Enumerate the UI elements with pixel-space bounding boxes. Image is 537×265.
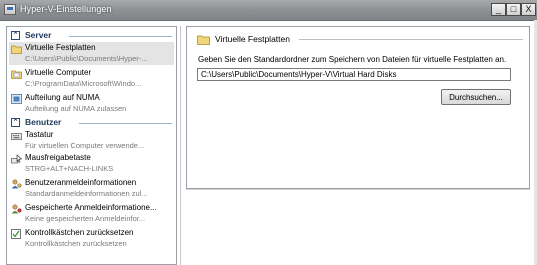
close-button[interactable]: X xyxy=(521,3,536,16)
nav-item-title: Benutzeranmeldeinformationen xyxy=(25,178,137,187)
folder-icon xyxy=(197,35,210,45)
nav-item-subtitle: C:\ProgramData\Microsoft\Windo... xyxy=(25,79,142,88)
maximize-button[interactable]: □ xyxy=(506,3,521,16)
nav-item-kontrollkaestchen-zuruecksetzen[interactable]: Kontrollkästchen zurücksetzen Kontrollkä… xyxy=(9,227,174,250)
nav-item-virtuelle-computer[interactable]: Virtuelle Computer C:\ProgramData\Micros… xyxy=(9,67,174,90)
nav-item-benutzeranmeldeinformationen[interactable]: Benutzeranmeldeinformationen Standardanm… xyxy=(9,177,174,200)
collapse-icon[interactable]: ⌃ xyxy=(11,31,20,40)
nav-item-mausfreigabetaste[interactable]: Mausfreigabetaste STRG+ALT+NACH-LINKS xyxy=(9,152,174,175)
nav-item-title: Virtuelle Festplatten xyxy=(25,43,96,52)
settings-navigation: ⌃ Server Virtuelle Festplatten C:\Users\… xyxy=(6,26,177,265)
keyboard-icon xyxy=(11,133,22,140)
detail-description: Geben Sie den Standardordner zum Speiche… xyxy=(198,55,507,64)
reset-checkbox-icon xyxy=(11,229,21,239)
folder-icon xyxy=(11,45,22,54)
nav-item-subtitle: C:\Users\Public\Documents\Hyper-... xyxy=(25,54,148,63)
browse-button[interactable]: Durchsuchen... xyxy=(441,89,511,105)
title-bar: Hyper-V-Einstellungen _ □ X xyxy=(0,0,537,21)
nav-item-title: Aufteilung auf NUMA xyxy=(25,93,100,102)
app-icon xyxy=(4,4,16,15)
collapse-icon[interactable]: ⌃ xyxy=(11,118,20,127)
numa-icon xyxy=(11,94,22,104)
section-header-server[interactable]: ⌃ Server xyxy=(9,30,174,41)
window-title: Hyper-V-Einstellungen xyxy=(20,4,112,14)
nav-item-title: Tastatur xyxy=(25,130,54,139)
saved-credentials-icon xyxy=(11,204,22,214)
nav-item-title: Mausfreigabetaste xyxy=(25,153,91,162)
minimize-button[interactable]: _ xyxy=(491,3,506,16)
nav-item-gespeicherte-anmeldeinformationen[interactable]: Gespeicherte Anmeldeinformatione... Kein… xyxy=(9,202,174,225)
nav-item-subtitle: Für virtuellen Computer verwende... xyxy=(25,141,145,150)
nav-item-subtitle: Kontrollkästchen zurücksetzen xyxy=(25,239,127,248)
header-divider xyxy=(79,123,172,124)
section-header-benutzer[interactable]: ⌃ Benutzer xyxy=(9,117,174,128)
divider xyxy=(186,189,530,190)
title-divider xyxy=(299,39,523,40)
pane-splitter[interactable] xyxy=(180,26,181,265)
nav-item-tastatur[interactable]: Tastatur Für virtuellen Computer verwend… xyxy=(9,129,174,152)
nav-item-virtuelle-festplatten[interactable]: Virtuelle Festplatten C:\Users\Public\Do… xyxy=(9,42,174,65)
mouse-release-icon xyxy=(11,154,22,164)
nav-item-subtitle: Aufteilung auf NUMA zulassen xyxy=(25,104,127,113)
nav-item-subtitle: Keine gespeicherten Anmeldeinfor... xyxy=(25,214,146,223)
nav-item-title: Virtuelle Computer xyxy=(25,68,92,77)
detail-pane: Virtuelle Festplatten Geben Sie den Stan… xyxy=(186,26,530,189)
credentials-icon xyxy=(11,179,22,189)
folder-path-input[interactable] xyxy=(197,68,511,81)
nav-item-subtitle: STRG+ALT+NACH-LINKS xyxy=(25,164,114,173)
detail-title: Virtuelle Festplatten xyxy=(215,34,290,44)
nav-item-title: Gespeicherte Anmeldeinformatione... xyxy=(25,203,157,212)
folder-doc-icon xyxy=(11,70,22,79)
header-divider xyxy=(69,36,172,37)
nav-item-title: Kontrollkästchen zurücksetzen xyxy=(25,228,134,237)
nav-item-aufteilung-auf-numa[interactable]: Aufteilung auf NUMA Aufteilung auf NUMA … xyxy=(9,92,174,115)
nav-item-subtitle: Standardanmeldeinformationen zul... xyxy=(25,189,148,198)
